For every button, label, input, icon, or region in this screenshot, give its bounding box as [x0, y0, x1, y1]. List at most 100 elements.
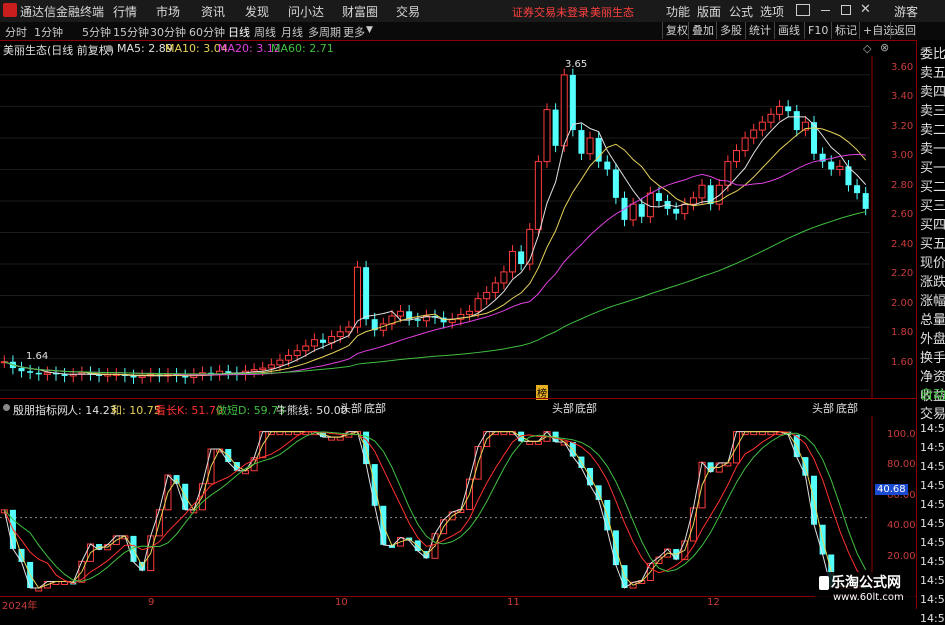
main-chart-header: 美丽生态(日线 前复权) MA5: 2.89 MA10: 3.04 MA20: … [0, 41, 916, 57]
candle-body [182, 375, 189, 378]
tab-30min[interactable]: 30分钟 [150, 24, 186, 40]
sidebar-trade-label: 14:56 [920, 555, 945, 568]
tab-weekly[interactable]: 周线 [254, 24, 276, 40]
candle-body [320, 339, 327, 343]
maximize-icon[interactable] [841, 5, 851, 15]
candle-body [130, 375, 137, 378]
candle-body [732, 150, 740, 163]
fuquan-button[interactable]: 复权 [662, 22, 691, 39]
candle-body [612, 169, 619, 198]
indicator-tick: 80.00 [887, 459, 916, 470]
sidebar-quote-label: 买一 [920, 161, 945, 176]
sidebar-quote-label: 买五 [920, 237, 945, 252]
tab-5min[interactable]: 5分钟 [82, 24, 111, 40]
annotation-top: 头部 [812, 402, 834, 415]
x-axis: 2024年 9 10 11 12 [0, 596, 916, 612]
menu-xuanxiang[interactable]: 选项 [760, 3, 784, 20]
sidebar-trade-label: 14:56 [920, 479, 945, 492]
annotation-bottom: 底部 [836, 402, 858, 415]
candle-body [578, 130, 585, 154]
candle-body [836, 165, 844, 170]
candle-body [483, 291, 491, 300]
menu-gongneng[interactable]: 功能 [666, 3, 690, 20]
tab-60min[interactable]: 60分钟 [189, 24, 225, 40]
tab-1min[interactable]: 1分钟 [34, 24, 63, 40]
menu-caifuquan[interactable]: 财富圈 [342, 3, 378, 20]
collapse-icon[interactable]: ◇ [863, 42, 871, 55]
price-tick: 3.60 [891, 62, 914, 73]
candle-body [569, 74, 576, 131]
duogu-button[interactable]: 多股 [716, 22, 745, 39]
minimize-icon[interactable] [821, 10, 830, 11]
candle-body [785, 106, 792, 112]
sidebar-quote-label: 净资 [920, 370, 945, 385]
candle-body [552, 109, 559, 146]
candle-body [673, 208, 680, 214]
settings-dot-icon[interactable] [106, 45, 113, 52]
sidebar-quote-label: 卖五 [920, 66, 945, 81]
indicator-chart[interactable] [0, 416, 916, 596]
biaoji-button[interactable]: 标记 [831, 22, 860, 39]
tab-fenshi[interactable]: 分时 [5, 24, 27, 40]
menu-jiaoyi[interactable]: 交易 [396, 3, 420, 20]
f10-button[interactable]: F10 [804, 22, 831, 39]
tab-monthly[interactable]: 月线 [281, 24, 303, 40]
huaxian-button[interactable]: 画线 [774, 22, 803, 39]
candle-body [862, 193, 869, 209]
close-icon[interactable]: ✕ [860, 2, 871, 17]
back-button[interactable]: 返回 [890, 22, 919, 39]
candle-body [276, 359, 284, 366]
sidebar-quote-label: 买二 [920, 180, 945, 195]
candle-body [698, 184, 706, 199]
low-label: 1.64 [26, 351, 49, 362]
diejia-button[interactable]: 叠加 [688, 22, 717, 39]
x-tick: 9 [148, 597, 155, 608]
tab-15min[interactable]: 15分钟 [113, 24, 149, 40]
close-panel-icon[interactable]: ⊗ [880, 41, 889, 54]
tab-multi-period[interactable]: 多周期 [308, 24, 341, 40]
guest-label[interactable]: 游客 [894, 3, 918, 20]
sidebar-quote-label: 买四 [920, 218, 945, 233]
sidebar-quote-label: 买三 [920, 199, 945, 214]
candle-body [474, 298, 482, 312]
menu-zixun[interactable]: 资讯 [201, 3, 225, 20]
sidebar-quote-label: 涨跌 [920, 275, 945, 290]
candle-body [595, 137, 602, 162]
tab-daily[interactable]: 日线 [228, 24, 250, 40]
candle-body [586, 137, 594, 155]
candle-body [259, 367, 267, 371]
sidebar-trade-label: 14:56 [920, 517, 945, 530]
price-tick: 3.20 [891, 121, 914, 132]
message-icon[interactable] [796, 4, 810, 16]
tab-more[interactable]: 更多 [343, 24, 365, 40]
sidebar-quote-label: 涨幅 [920, 294, 945, 309]
sidebar-trade-label: 14:56 [920, 593, 945, 606]
menu-shichang[interactable]: 市场 [156, 3, 180, 20]
login-notice[interactable]: 证券交易未登录 [512, 4, 589, 20]
sidebar-quote-label: 卖三 [920, 104, 945, 119]
sidebar-trade-label[interactable]: 交易 [920, 403, 945, 422]
chevron-down-icon[interactable]: ▼ [366, 25, 373, 35]
indicator-tick: 40.00 [887, 520, 916, 531]
candle-body [793, 111, 800, 131]
indicator-tick: 20.00 [887, 551, 916, 562]
menu-banmian[interactable]: 版面 [697, 3, 721, 20]
annotation-bottom: 底部 [364, 402, 386, 415]
sidebar-trade-label[interactable]: 自动 [920, 384, 945, 403]
candle-body [18, 368, 25, 372]
candle-body [638, 204, 645, 217]
menu-hangqing[interactable]: 行情 [113, 3, 137, 20]
x-tick: 2024年 [2, 601, 38, 612]
sidebar-quote-label: 卖一 [920, 142, 945, 157]
menu-gongshi[interactable]: 公式 [729, 3, 753, 20]
menu-wenxiaoda[interactable]: 问小达 [288, 3, 324, 20]
app-title: 通达信金融终端 [20, 5, 105, 19]
candle-body [689, 197, 697, 205]
tongji-button[interactable]: 统计 [745, 22, 774, 39]
menu-faxian[interactable]: 发现 [245, 3, 269, 20]
price-tick: 2.00 [891, 298, 914, 309]
indicator-dot-icon[interactable] [3, 404, 10, 411]
candle-body [509, 250, 517, 273]
stock-name: 美丽生态 [590, 6, 634, 19]
price-chart[interactable] [0, 56, 916, 398]
